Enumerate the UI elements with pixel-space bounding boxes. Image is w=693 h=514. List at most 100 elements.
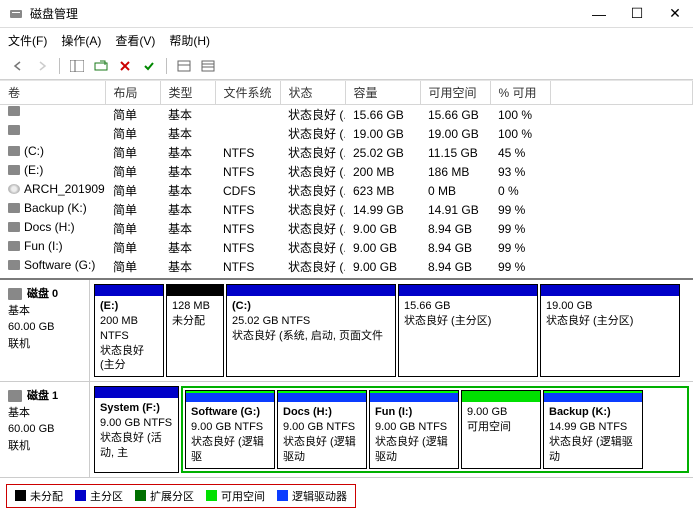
volume-name: (C:) (24, 144, 44, 158)
table-row[interactable]: ARCH_201909 (D:) 简单 基本 CDFS 状态良好 (... 62… (0, 181, 693, 200)
toolbar (0, 53, 693, 80)
cell-capacity: 19.00 GB (345, 124, 420, 143)
volume-icon (8, 222, 20, 232)
cell-type: 基本 (160, 124, 215, 143)
partition[interactable]: Backup (K:) 14.99 GB NTFS 状态良好 (逻辑驱动 (543, 390, 643, 468)
cell-free: 11.15 GB (420, 143, 490, 162)
col-volume[interactable]: 卷 (0, 81, 105, 105)
cell-fs: CDFS (215, 181, 280, 200)
partition[interactable]: Software (G:) 9.00 GB NTFS 状态良好 (逻辑驱 (185, 390, 275, 468)
check-icon[interactable] (139, 57, 159, 75)
table-row[interactable]: 简单 基本 状态良好 (... 19.00 GB 19.00 GB 100 % (0, 124, 693, 143)
partition-label: Fun (I:) (375, 405, 453, 420)
legend: 未分配 主分区 扩展分区 可用空间 逻辑驱动器 (6, 484, 356, 508)
volume-name: System (F:) (24, 277, 86, 278)
disk-header[interactable]: 磁盘 0 基本 60.00 GB 联机 (0, 280, 90, 381)
partition-size: 200 MB NTFS (100, 314, 158, 344)
cell-pct: 100 % (490, 124, 550, 143)
volume-list[interactable]: 卷 布局 类型 文件系统 状态 容量 可用空间 % 可用 简单 基本 状态良好 … (0, 80, 693, 278)
partition-size: 9.00 GB NTFS (191, 420, 269, 435)
volume-icon (8, 165, 20, 175)
partition-label: Docs (H:) (283, 405, 361, 420)
legend-box-primary (75, 490, 86, 501)
menu-file[interactable]: 文件(F) (8, 32, 47, 49)
volume-icon (8, 125, 20, 135)
cell-status: 状态良好 (... (280, 124, 345, 143)
volume-icon (8, 241, 20, 251)
table-row[interactable]: (C:) 简单 基本 NTFS 状态良好 (... 25.02 GB 11.15… (0, 143, 693, 162)
col-free[interactable]: 可用空间 (420, 81, 490, 105)
menu-view[interactable]: 查看(V) (115, 32, 155, 49)
titlebar: 磁盘管理 — ☐ ✕ (0, 0, 693, 28)
cell-fs: NTFS (215, 162, 280, 181)
partition-status: 未分配 (172, 314, 218, 329)
table-row[interactable]: 简单 基本 状态良好 (... 15.66 GB 15.66 GB 100 % (0, 105, 693, 125)
col-type[interactable]: 类型 (160, 81, 215, 105)
partition[interactable]: (E:) 200 MB NTFS 状态良好 (主分 (94, 284, 164, 377)
volume-icon (8, 260, 20, 270)
volume-icon (8, 146, 20, 156)
legend-box-logical (277, 490, 288, 501)
column-headers[interactable]: 卷 布局 类型 文件系统 状态 容量 可用空间 % 可用 (0, 81, 693, 105)
cell-layout: 简单 (105, 162, 160, 181)
close-button[interactable]: ✕ (665, 4, 685, 24)
cell-type: 基本 (160, 181, 215, 200)
list-view-icon[interactable] (174, 57, 194, 75)
cell-type: 基本 (160, 105, 215, 125)
col-layout[interactable]: 布局 (105, 81, 160, 105)
cell-layout: 简单 (105, 238, 160, 257)
refresh-icon[interactable] (91, 57, 111, 75)
col-capacity[interactable]: 容量 (345, 81, 420, 105)
cell-capacity: 200 MB (345, 162, 420, 181)
partition[interactable]: Fun (I:) 9.00 GB NTFS 状态良好 (逻辑驱动 (369, 390, 459, 468)
partition[interactable]: 9.00 GB 可用空间 (461, 390, 541, 468)
minimize-button[interactable]: — (589, 4, 609, 24)
cell-fs: NTFS (215, 143, 280, 162)
delete-icon[interactable] (115, 57, 135, 75)
partition-bar (186, 391, 274, 402)
table-row[interactable]: Software (G:) 简单 基本 NTFS 状态良好 (... 9.00 … (0, 257, 693, 276)
volume-name: Docs (H:) (24, 220, 75, 234)
partition-size: 9.00 GB NTFS (100, 416, 173, 431)
partition[interactable]: (C:) 25.02 GB NTFS 状态良好 (系统, 启动, 页面文件 (226, 284, 396, 377)
cell-pct: 45 % (490, 143, 550, 162)
pane-icon[interactable] (67, 57, 87, 75)
partition-strip: System (F:) 9.00 GB NTFS 状态良好 (活动, 主 Sof… (90, 382, 693, 476)
partition-size: 128 MB (172, 299, 218, 314)
cell-status: 状态良好 (... (280, 200, 345, 219)
table-row[interactable]: (E:) 简单 基本 NTFS 状态良好 (... 200 MB 186 MB … (0, 162, 693, 181)
volume-name: Fun (I:) (24, 239, 63, 253)
partition[interactable]: 15.66 GB 状态良好 (主分区) (398, 284, 538, 377)
cell-free: 15.66 GB (420, 105, 490, 125)
cell-status: 状态良好 (... (280, 105, 345, 125)
col-status[interactable]: 状态 (280, 81, 345, 105)
partition[interactable]: Docs (H:) 9.00 GB NTFS 状态良好 (逻辑驱动 (277, 390, 367, 468)
forward-button[interactable] (32, 57, 52, 75)
cell-layout: 简单 (105, 124, 160, 143)
cell-free: 8.94 GB (420, 219, 490, 238)
volume-icon (8, 184, 20, 194)
col-fs[interactable]: 文件系统 (215, 81, 280, 105)
maximize-button[interactable]: ☐ (627, 4, 647, 24)
partition-status: 状态良好 (活动, 主 (100, 431, 173, 461)
disk-size: 60.00 GB (8, 319, 81, 336)
cell-pct: 0 % (490, 181, 550, 200)
table-row[interactable]: Docs (H:) 简单 基本 NTFS 状态良好 (... 9.00 GB 8… (0, 219, 693, 238)
col-pctfree[interactable]: % 可用 (490, 81, 550, 105)
cell-free: 8.94 GB (420, 238, 490, 257)
detail-view-icon[interactable] (198, 57, 218, 75)
partition-bar (95, 285, 163, 296)
extended-partition[interactable]: Software (G:) 9.00 GB NTFS 状态良好 (逻辑驱 Doc… (181, 386, 689, 472)
partition[interactable]: 128 MB 未分配 (166, 284, 224, 377)
partition[interactable]: 19.00 GB 状态良好 (主分区) (540, 284, 680, 377)
table-row[interactable]: Backup (K:) 简单 基本 NTFS 状态良好 (... 14.99 G… (0, 200, 693, 219)
partition[interactable]: System (F:) 9.00 GB NTFS 状态良好 (活动, 主 (94, 386, 179, 472)
table-row[interactable]: Fun (I:) 简单 基本 NTFS 状态良好 (... 9.00 GB 8.… (0, 238, 693, 257)
disk-header[interactable]: 磁盘 1 基本 60.00 GB 联机 (0, 382, 90, 476)
volume-icon (8, 106, 20, 116)
menu-action[interactable]: 操作(A) (61, 32, 101, 49)
back-button[interactable] (8, 57, 28, 75)
menu-help[interactable]: 帮助(H) (169, 32, 210, 49)
disk-kind: 基本 (8, 303, 81, 320)
cell-fs: NTFS (215, 238, 280, 257)
